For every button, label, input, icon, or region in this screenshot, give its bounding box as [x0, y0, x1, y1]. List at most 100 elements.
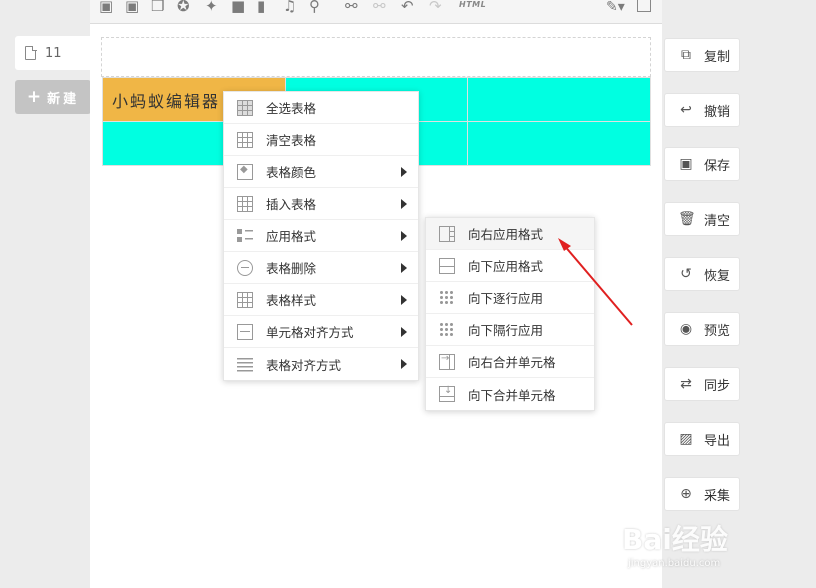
submenu-item-merge-down[interactable]: 向下合并单元格: [426, 378, 594, 410]
submenu-arrow-icon: [401, 263, 407, 273]
menu-item-label: 全选表格: [266, 101, 317, 116]
save-label: 保存: [704, 158, 731, 174]
undo-icon[interactable]: ↶: [401, 0, 414, 14]
undo-button[interactable]: ↩ 撤销: [664, 93, 740, 127]
new-document-label: 新建: [47, 91, 80, 107]
music-icon[interactable]: ♫: [283, 0, 296, 14]
submenu-item-apply-right[interactable]: 向右应用格式: [426, 218, 594, 250]
watermark: Bai经验 jingyan.baidu.com: [622, 518, 728, 569]
editor-toolbar: ▣ ▣ ❐ ✪ ✦ ■ ▮ ♫ ⚲ ⚯ ⚯ ↶ ↷ HTML ✎▾: [90, 0, 662, 24]
brush-icon[interactable]: ▮: [257, 0, 265, 14]
menu-item-apply-format[interactable]: 应用格式: [224, 220, 418, 252]
minus-circle-icon: [237, 259, 253, 276]
trash-icon: 🗑: [678, 211, 696, 227]
table-cell[interactable]: [467, 77, 651, 122]
menu-item-delete-table[interactable]: 表格删除: [224, 252, 418, 284]
menu-item-label: 表格颜色: [266, 165, 317, 180]
submenu-item-label: 向下隔行应用: [468, 323, 544, 338]
table-grid-icon: [237, 99, 253, 116]
frame-icon[interactable]: ❐: [151, 0, 164, 14]
menu-item-clear-table[interactable]: 清空表格: [224, 124, 418, 156]
collect-button[interactable]: ⊕ 采集: [664, 477, 740, 511]
menu-item-label: 应用格式: [266, 229, 317, 244]
table-clear-icon: [237, 131, 253, 148]
watermark-url: jingyan.baidu.com: [628, 558, 721, 569]
apply-alternate-row-icon: [439, 321, 455, 338]
sync-icon: ⇄: [680, 376, 692, 392]
save-button[interactable]: ▣ 保存: [664, 147, 740, 181]
apply-down-icon: [439, 257, 455, 274]
submenu-item-label: 向下逐行应用: [468, 291, 544, 306]
file-icon: [25, 45, 37, 60]
menu-item-table-style[interactable]: 表格样式: [224, 284, 418, 316]
menu-item-label: 表格对齐方式: [266, 357, 342, 373]
html-source-button[interactable]: HTML: [459, 0, 486, 9]
submenu-item-label: 向下应用格式: [468, 259, 544, 274]
menu-item-label: 表格样式: [266, 293, 317, 308]
submenu-item-merge-right[interactable]: 向右合并单元格: [426, 346, 594, 378]
menu-item-label: 表格删除: [266, 261, 317, 276]
table-align-icon: [237, 356, 253, 372]
new-document-button[interactable]: + 新建: [15, 80, 91, 114]
export-label: 导出: [704, 433, 731, 449]
table-style-icon: [237, 291, 253, 308]
submenu-item-apply-each-row[interactable]: 向下逐行应用: [426, 282, 594, 314]
document-tab[interactable]: 11: [15, 36, 97, 70]
zoom-in-icon: ⊕: [680, 486, 692, 502]
unlink-icon[interactable]: ⚯: [373, 0, 386, 14]
menu-item-label: 清空表格: [266, 133, 317, 148]
restore-button[interactable]: ↺ 恢复: [664, 257, 740, 291]
menu-item-select-all-table[interactable]: 全选表格: [224, 92, 418, 124]
collect-label: 采集: [704, 488, 731, 504]
merge-down-icon: [439, 385, 455, 402]
link-icon[interactable]: ⚯: [345, 0, 358, 14]
menu-item-label: 单元格对齐方式: [266, 325, 354, 340]
apply-right-icon: [439, 225, 455, 242]
copy-button[interactable]: ⧉ 复制: [664, 38, 740, 72]
copy-icon: ⧉: [681, 47, 691, 63]
table-cell[interactable]: [467, 121, 651, 166]
menu-item-cell-alignment[interactable]: 单元格对齐方式: [224, 316, 418, 348]
eye-icon: ◉: [679, 321, 693, 337]
save-icon: ▣: [679, 156, 693, 172]
apply-format-submenu: 向右应用格式 向下应用格式 向下逐行应用 向下隔行应用 向右合并单元格 向下合并…: [425, 217, 595, 411]
video-icon[interactable]: ■: [231, 0, 245, 14]
table-insert-icon: [237, 195, 253, 212]
undo-icon: ↩: [680, 102, 692, 118]
sync-button[interactable]: ⇄ 同步: [664, 367, 740, 401]
palette-icon[interactable]: ✪: [177, 0, 190, 14]
map-icon[interactable]: ✦: [205, 0, 218, 14]
submenu-item-apply-down[interactable]: 向下应用格式: [426, 250, 594, 282]
image-export-icon: ▨: [679, 431, 693, 447]
clear-button[interactable]: 🗑 清空: [664, 202, 740, 236]
content-placeholder[interactable]: [101, 37, 651, 77]
submenu-arrow-icon: [401, 167, 407, 177]
submenu-arrow-icon: [401, 359, 407, 369]
edit-mode-icon[interactable]: ✎▾: [606, 0, 625, 15]
table-context-menu: 全选表格 清空表格 表格颜色 插入表格 应用格式 表格删除 表格样式 单元格对齐…: [223, 91, 419, 381]
submenu-arrow-icon: [401, 295, 407, 305]
menu-item-table-alignment[interactable]: 表格对齐方式: [224, 348, 418, 380]
menu-item-table-color[interactable]: 表格颜色: [224, 156, 418, 188]
submenu-item-apply-alternate-row[interactable]: 向下隔行应用: [426, 314, 594, 346]
apply-format-icon: [237, 227, 253, 244]
table-cell-text: 小蚂蚁编辑器: [112, 91, 221, 111]
redo-icon[interactable]: ↷: [429, 0, 442, 14]
submenu-item-label: 向右合并单元格: [468, 355, 556, 370]
plus-icon: +: [26, 87, 42, 107]
document-tab-label: 11: [45, 45, 62, 61]
magic-wand-icon[interactable]: ⚲: [309, 0, 320, 14]
preview-label: 预览: [704, 323, 731, 339]
submenu-item-label: 向右应用格式: [468, 227, 544, 242]
fullscreen-icon[interactable]: [637, 0, 651, 12]
submenu-arrow-icon: [401, 199, 407, 209]
gallery-icon[interactable]: ▣: [125, 0, 139, 14]
restore-label: 恢复: [704, 268, 731, 284]
preview-button[interactable]: ◉ 预览: [664, 312, 740, 346]
paint-bucket-icon: [237, 163, 253, 180]
history-icon: ↺: [680, 266, 692, 282]
clear-label: 清空: [704, 213, 731, 229]
image-icon[interactable]: ▣: [99, 0, 113, 14]
menu-item-insert-table[interactable]: 插入表格: [224, 188, 418, 220]
export-button[interactable]: ▨ 导出: [664, 422, 740, 456]
